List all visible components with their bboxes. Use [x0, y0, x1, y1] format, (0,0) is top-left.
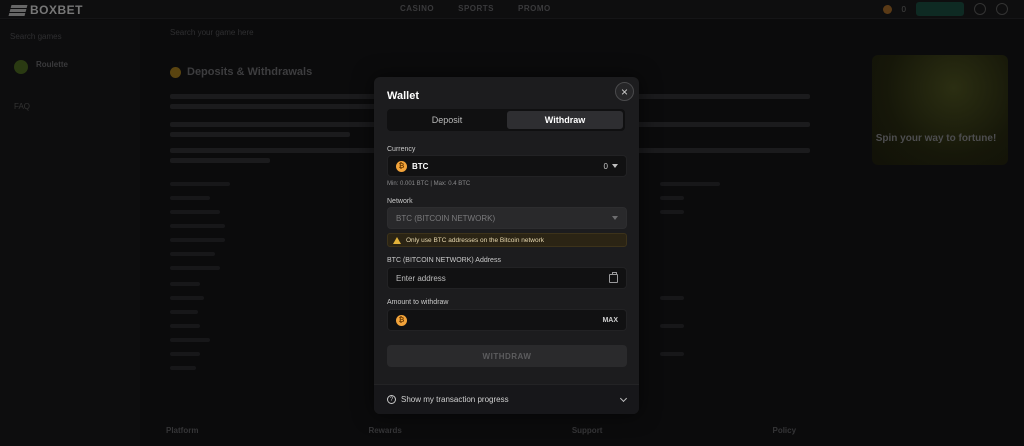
chevron-down-icon	[619, 394, 628, 402]
bg-text-line	[170, 104, 380, 109]
footer-platform[interactable]: Platform	[166, 426, 198, 435]
site-logo[interactable]: BOXBET	[8, 3, 84, 17]
top-bar: BOXBET CASINO SPORTS PROMO 0	[0, 0, 1024, 19]
user-icon[interactable]	[996, 3, 1008, 15]
header-deposit-button[interactable]	[916, 2, 964, 16]
progress-label: Show my transaction progress	[401, 395, 509, 404]
network-warning: Only use BTC addresses on the Bitcoin ne…	[387, 233, 627, 247]
chevron-down-icon	[612, 216, 618, 220]
bg-table-row	[170, 224, 225, 228]
notification-icon[interactable]	[974, 3, 986, 15]
warning-icon	[393, 236, 401, 244]
promo-text: Spin your way to fortune!	[875, 133, 997, 144]
bg-table-row	[170, 324, 200, 328]
bg-table-row	[170, 366, 196, 370]
withdraw-button[interactable]: WITHDRAW	[387, 345, 627, 367]
footer-rewards[interactable]: Rewards	[368, 426, 401, 435]
address-label: BTC (BITCOIN NETWORK) Address	[387, 257, 501, 264]
currency-name: BTC	[412, 161, 429, 171]
amount-input[interactable]	[412, 315, 603, 325]
chevron-down-icon	[612, 164, 618, 168]
currency-balance-group: 0	[604, 162, 618, 171]
wallet-modal: Wallet × Deposit Withdraw Currency ₿ BTC…	[374, 77, 639, 414]
nav-promo[interactable]: PROMO	[518, 4, 551, 13]
page-title-text: Deposits & Withdrawals	[187, 66, 313, 78]
bg-table-row	[170, 282, 200, 286]
currency-select[interactable]: ₿ BTC 0	[387, 155, 627, 177]
sidebar-item-faq[interactable]: FAQ	[14, 102, 30, 111]
transaction-progress-toggle[interactable]: ? Show my transaction progress	[374, 384, 639, 414]
bg-table-row	[170, 352, 200, 356]
max-button[interactable]: MAX	[602, 317, 618, 324]
tab-deposit[interactable]: Deposit	[389, 111, 505, 129]
footer-support[interactable]: Support	[572, 426, 603, 435]
top-right-controls: 0	[882, 2, 1008, 16]
network-select[interactable]: BTC (BITCOIN NETWORK)	[387, 207, 627, 229]
currency-balance: 0	[603, 161, 608, 171]
address-input[interactable]	[396, 273, 609, 283]
bg-table-row	[170, 238, 225, 242]
bg-table-row	[660, 352, 684, 356]
btc-icon: ₿	[396, 314, 407, 326]
amount-field[interactable]: ₿ MAX	[387, 309, 627, 331]
nav-sports[interactable]: SPORTS	[458, 4, 494, 13]
site-logo-text: BOXBET	[30, 3, 84, 17]
address-field[interactable]	[387, 267, 627, 289]
promo-banner[interactable]	[872, 55, 1008, 165]
network-value: BTC (BITCOIN NETWORK)	[396, 213, 496, 223]
close-icon: ×	[620, 84, 628, 99]
modal-title: Wallet	[387, 90, 419, 102]
sidebar: Search games Roulette FAQ	[0, 20, 140, 446]
bg-table-row	[660, 196, 684, 200]
help-icon: ?	[387, 395, 396, 404]
bg-table-row	[170, 266, 220, 270]
btc-icon: ₿	[396, 160, 407, 172]
content-search[interactable]: Search your game here	[158, 28, 318, 44]
header-balance: 0	[901, 4, 906, 14]
network-label: Network	[387, 198, 413, 205]
footer-columns: Platform Rewards Support Policy	[166, 426, 796, 435]
roulette-title: Roulette	[36, 60, 68, 69]
bg-table-row	[170, 296, 204, 300]
sidebar-roulette[interactable]: Roulette	[14, 60, 68, 74]
bg-text-line	[170, 132, 350, 137]
bg-table-row	[660, 324, 684, 328]
bg-table-row	[170, 310, 198, 314]
page: BOXBET CASINO SPORTS PROMO 0 Search game…	[0, 0, 1024, 446]
bg-table-row	[170, 182, 230, 186]
boxbet-logo-icon	[8, 4, 28, 16]
bg-table-row	[170, 210, 220, 214]
bg-table-row	[660, 182, 720, 186]
warning-text: Only use BTC addresses on the Bitcoin ne…	[406, 236, 545, 244]
amount-label: Amount to withdraw	[387, 299, 449, 306]
tab-withdraw[interactable]: Withdraw	[507, 111, 623, 129]
network-caret-wrap	[612, 216, 618, 220]
paste-icon[interactable]	[609, 271, 618, 283]
balance-coin-icon	[882, 4, 892, 14]
roulette-icon	[14, 60, 28, 74]
page-title: Deposits & Withdrawals	[170, 66, 312, 78]
bg-table-row	[660, 296, 684, 300]
currency-label: Currency	[387, 146, 416, 153]
coin-icon	[170, 66, 181, 78]
close-button[interactable]: ×	[615, 82, 634, 101]
nav-casino[interactable]: CASINO	[400, 4, 434, 13]
footer-policy[interactable]: Policy	[772, 426, 796, 435]
bg-table-row	[660, 210, 684, 214]
bg-table-row	[170, 338, 210, 342]
bg-text-line	[170, 158, 270, 163]
top-nav: CASINO SPORTS PROMO	[400, 4, 551, 13]
bg-table-row	[170, 252, 215, 256]
wallet-tabs: Deposit Withdraw	[387, 109, 625, 131]
sidebar-search[interactable]: Search games	[10, 32, 62, 41]
bg-table-row	[170, 196, 210, 200]
withdraw-limits: Min: 0.001 BTC | Max: 0.4 BTC	[387, 181, 471, 187]
